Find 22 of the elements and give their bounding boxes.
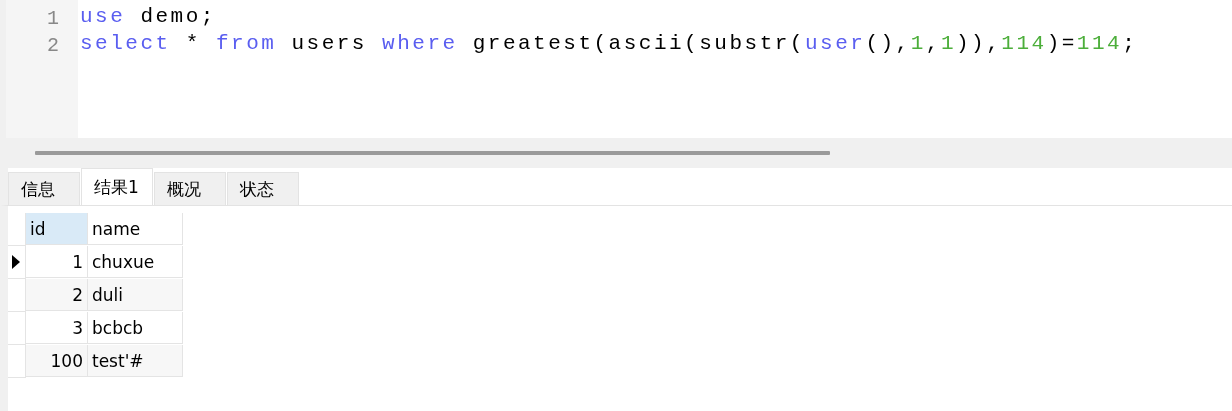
table-cell: test'# xyxy=(88,345,183,377)
scrollbar[interactable] xyxy=(35,151,830,155)
line-number: 2 xyxy=(46,33,60,59)
table-cell: 3 xyxy=(26,312,88,344)
code-line: select * from users where greatest(ascii(substr(user(),1,1)),114)=114; xyxy=(80,32,1139,57)
row-indicator[interactable] xyxy=(8,246,26,279)
table-cell: chuxue xyxy=(88,246,183,278)
tab[interactable]: 信息 xyxy=(8,172,80,205)
code-line: use demo; xyxy=(80,5,217,30)
table-cell: bcbcb xyxy=(88,312,183,344)
table-cell: 2 xyxy=(26,279,88,311)
current-row-icon xyxy=(12,255,20,269)
line-number: 1 xyxy=(46,6,60,32)
header-corner xyxy=(8,213,26,246)
column-header[interactable]: name xyxy=(88,213,183,245)
table-cell: 1 xyxy=(26,246,88,278)
tab[interactable]: 结果1 xyxy=(81,168,153,205)
table-cell: duli xyxy=(88,279,183,311)
tab[interactable]: 状态 xyxy=(227,172,299,205)
column-header[interactable]: id xyxy=(26,213,88,245)
table-cell: 100 xyxy=(26,345,88,377)
tab[interactable]: 概况 xyxy=(154,172,226,205)
